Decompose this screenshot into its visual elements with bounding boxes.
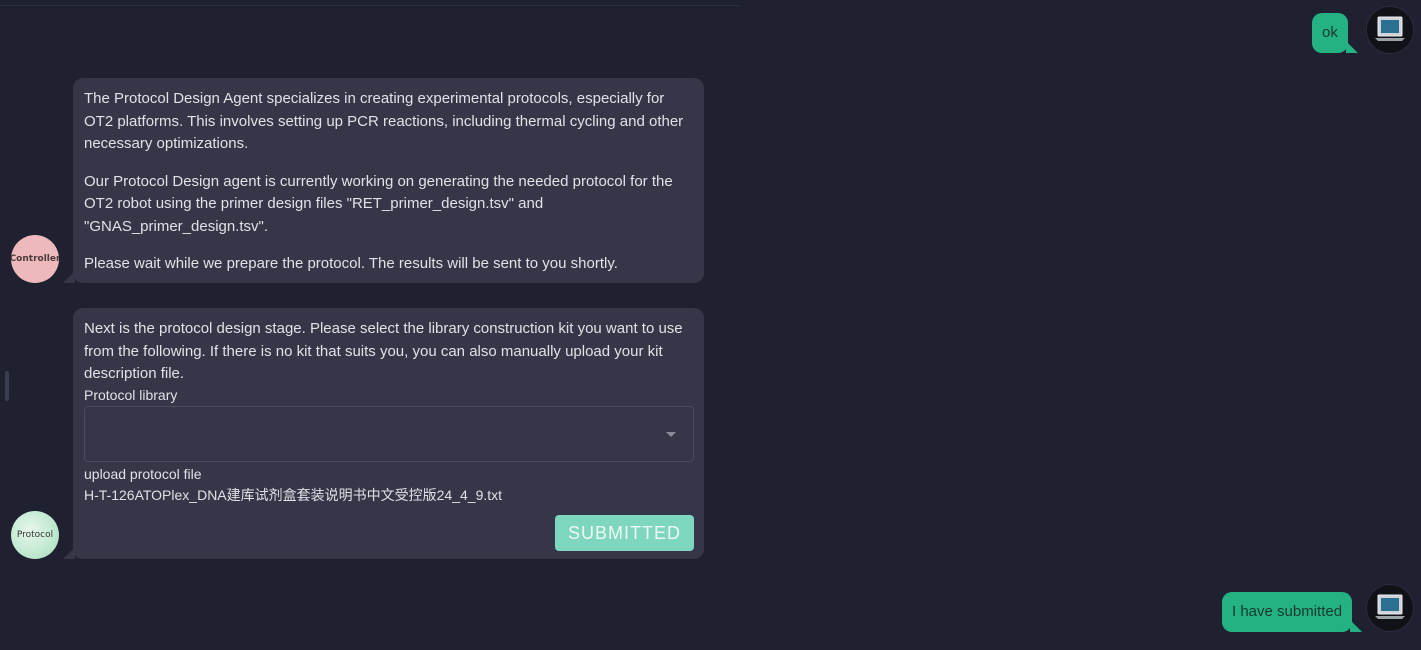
controller-message-bubble: The Protocol Design Agent specializes in… [73,78,704,283]
resize-handle[interactable] [5,371,9,401]
controller-avatar: Controller [11,235,59,283]
laptop-icon [1375,16,1405,41]
user-avatar [1366,584,1414,632]
upload-protocol-label: upload protocol file [84,465,202,482]
chat-window: ok Controller The Protocol Design Agent … [0,0,1421,650]
protocol-avatar-label: Protocol [16,530,54,540]
user-message-bubble: ok [1312,13,1348,53]
protocol-avatar: Protocol [11,511,59,559]
submit-button[interactable]: SUBMITTED [555,515,694,551]
message-paragraph: Our Protocol Design agent is currently w… [84,172,673,235]
controller-avatar-label: Controller [11,254,59,264]
message-paragraph: Next is the protocol design stage. Pleas… [84,320,683,382]
user-message-text: ok [1322,24,1338,41]
message-paragraph: Please wait while we prepare the protoco… [84,255,618,272]
laptop-icon [1375,594,1405,619]
user-avatar [1366,6,1414,54]
user-message-bubble: I have submitted [1222,592,1353,632]
protocol-library-select[interactable] [84,405,694,462]
protocol-library-label: Protocol library [84,386,178,403]
uploaded-file-name: H-T-126ATOPlex_DNA建库试剂盒套装说明书中文受控版24_4_9.… [84,486,503,503]
message-paragraph: The Protocol Design Agent specializes in… [84,90,684,152]
protocol-message-bubble: Next is the protocol design stage. Pleas… [73,308,704,559]
top-divider [0,5,740,6]
chevron-down-icon [666,431,676,437]
user-message-text: I have submitted [1232,603,1343,620]
